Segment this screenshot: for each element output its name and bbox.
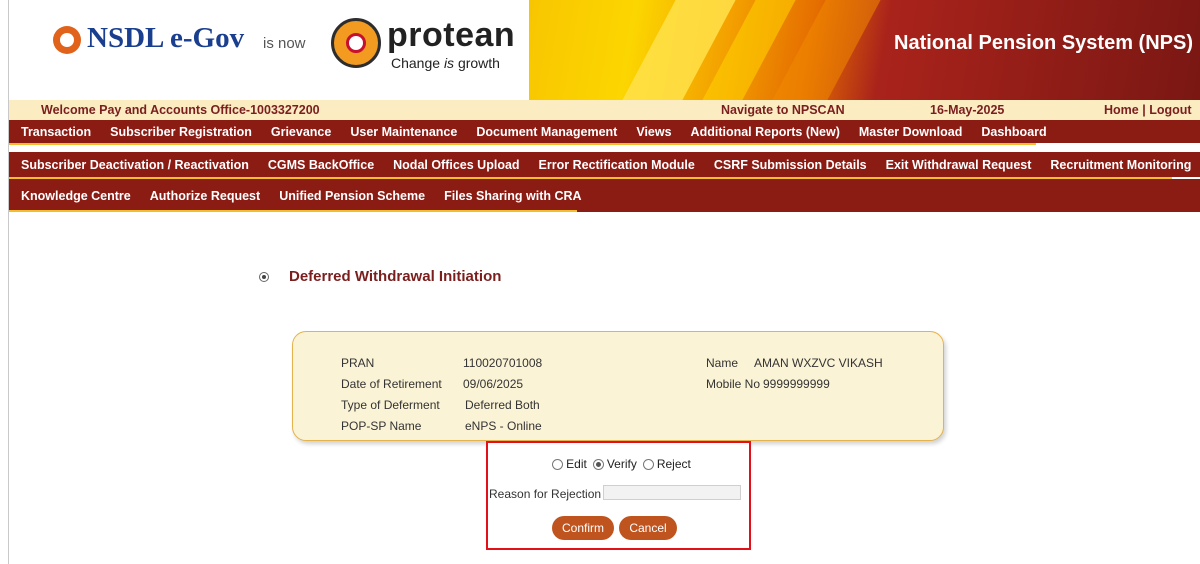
menu-dashboard[interactable]: Dashboard (981, 125, 1046, 139)
page-frame: NSDL e-Gov is now protean Change is grow… (8, 0, 1200, 564)
menu-underline-1 (9, 143, 1036, 145)
details-panel: PRAN 110020701008 Date of Retirement 09/… (292, 331, 944, 441)
nsdl-logo-text: NSDL e-Gov (87, 22, 245, 54)
menu-views[interactable]: Views (636, 125, 671, 139)
action-radio-group: Edit Verify Reject (488, 457, 749, 471)
menu-subscriber-registration[interactable]: Subscriber Registration (110, 125, 252, 139)
welcome-bar: Welcome Pay and Accounts Office-10033272… (9, 100, 1200, 120)
menu-underline-3 (9, 210, 577, 212)
menu-nodal-offices-upload[interactable]: Nodal Offices Upload (393, 158, 519, 172)
menu-row-2: Subscriber Deactivation / Reactivation C… (9, 152, 1200, 177)
menu-error-rectification[interactable]: Error Rectification Module (539, 158, 695, 172)
menu-row-1: Transaction Subscriber Registration Grie… (9, 120, 1200, 143)
bullet-icon (259, 271, 269, 282)
welcome-text: Welcome Pay and Accounts Office-10033272… (41, 103, 320, 117)
name-label: Name (706, 356, 739, 370)
edit-radio-label: Edit (566, 457, 587, 471)
menu-grievance[interactable]: Grievance (271, 125, 331, 139)
logout-link[interactable]: Logout (1149, 103, 1191, 117)
name-value: AMAN WXZVC VIKASH (754, 356, 883, 370)
menu-knowledge-centre[interactable]: Knowledge Centre (21, 189, 131, 203)
home-link[interactable]: Home (1104, 103, 1139, 117)
menu-master-download[interactable]: Master Download (859, 125, 963, 139)
verify-radio[interactable] (592, 458, 604, 470)
menu-unified-pension-scheme[interactable]: Unified Pension Scheme (279, 189, 425, 203)
protean-logo-icon (331, 18, 381, 68)
navigate-npscan-link[interactable]: Navigate to NPSCAN (721, 103, 845, 117)
menu-user-maintenance[interactable]: User Maintenance (350, 125, 457, 139)
menu-transaction[interactable]: Transaction (21, 125, 91, 139)
dor-value: 09/06/2025 (463, 377, 524, 391)
popsp-label: POP-SP Name (341, 419, 422, 433)
popsp-value: eNPS - Online (465, 419, 542, 433)
menu-row-3: Knowledge Centre Authorize Request Unifi… (9, 179, 1200, 212)
deferment-value: Deferred Both (465, 398, 540, 412)
is-now-text: is now (263, 35, 306, 52)
mobile-label: Mobile No (706, 377, 761, 391)
pran-value: 110020701008 (463, 356, 543, 370)
verify-radio-label: Verify (606, 457, 637, 471)
edit-radio[interactable] (552, 458, 564, 470)
deferment-label: Type of Deferment (341, 398, 440, 412)
confirm-button[interactable]: Confirm (552, 516, 614, 540)
link-separator: | (1142, 103, 1146, 117)
menu-recruitment-monitoring[interactable]: Recruitment Monitoring (1050, 158, 1191, 172)
reason-label: Reason for Rejection (489, 487, 602, 501)
protean-tagline: Change is growth (391, 55, 500, 71)
nsdl-logo-icon (53, 26, 81, 54)
menu-files-sharing-cra[interactable]: Files Sharing with CRA (444, 189, 582, 203)
cancel-button[interactable]: Cancel (619, 516, 677, 540)
menu-authorize-request[interactable]: Authorize Request (150, 189, 260, 203)
page-title: Deferred Withdrawal Initiation (289, 268, 502, 285)
system-title: National Pension System (NPS) (894, 32, 1193, 54)
menu-cgms-backoffice[interactable]: CGMS BackOffice (268, 158, 374, 172)
mobile-value: 9999999999 (763, 377, 830, 391)
menu-subscriber-deactivation[interactable]: Subscriber Deactivation / Reactivation (21, 158, 249, 172)
section-title: Deferred Withdrawal Initiation (259, 268, 501, 285)
reject-radio-label: Reject (656, 457, 691, 471)
dor-label: Date of Retirement (341, 377, 442, 391)
current-date: 16-May-2025 (930, 103, 1005, 117)
protean-logo-text: protean (387, 16, 516, 54)
header-banner: NSDL e-Gov is now protean Change is grow… (9, 0, 1200, 100)
menu-exit-withdrawal-request[interactable]: Exit Withdrawal Request (886, 158, 1032, 172)
action-box: Edit Verify Reject Reason for Rejection … (486, 441, 751, 550)
pran-label: PRAN (341, 356, 375, 370)
reject-radio[interactable] (642, 458, 654, 470)
menu-csrf-submission[interactable]: CSRF Submission Details (714, 158, 867, 172)
reason-input[interactable] (603, 485, 741, 500)
menu-additional-reports[interactable]: Additional Reports (New) (691, 125, 840, 139)
menu-document-management[interactable]: Document Management (476, 125, 617, 139)
